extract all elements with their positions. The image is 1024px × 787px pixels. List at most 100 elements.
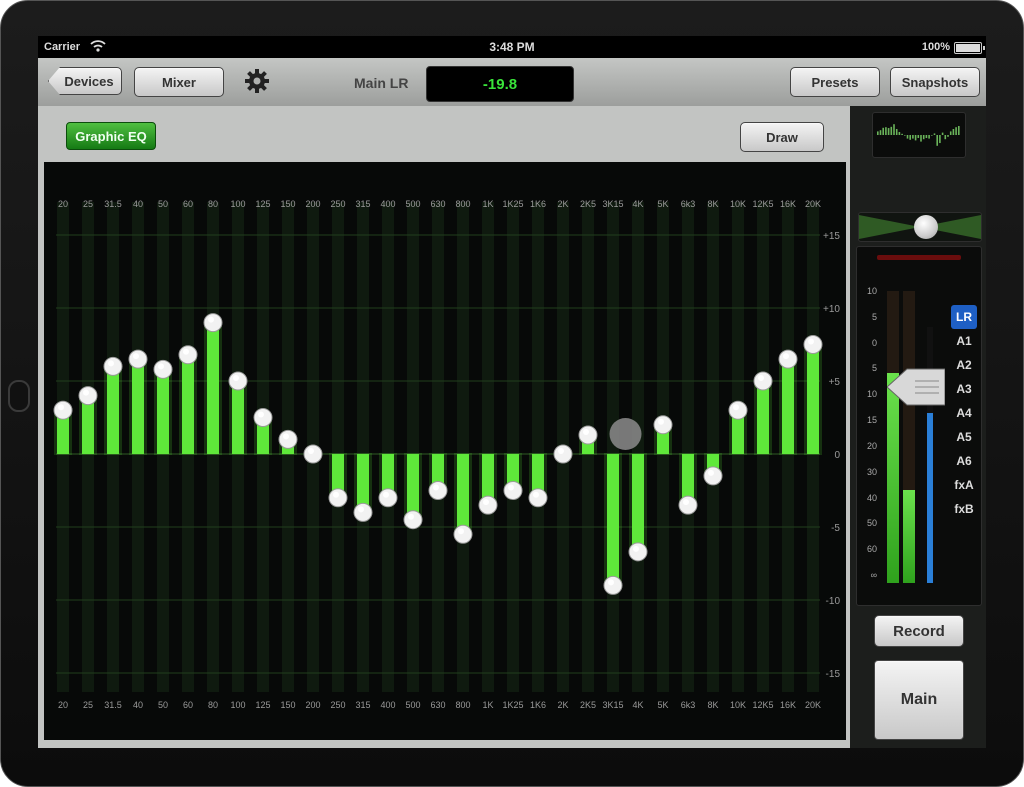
x-tick-label: 31.5 (104, 199, 122, 209)
knob-highlight (233, 375, 239, 381)
eq-band-knob[interactable] (203, 313, 223, 333)
eq-band-knob[interactable] (803, 335, 823, 354)
eq-band-knob[interactable] (628, 542, 648, 562)
meter-scale-label: 40 (866, 492, 877, 503)
bus-a5[interactable]: A5 (949, 425, 979, 449)
eq-band-knob[interactable] (653, 415, 673, 435)
eq-band-knob[interactable] (453, 524, 473, 544)
knob-highlight (608, 579, 614, 586)
gear-icon[interactable] (244, 68, 270, 94)
eq-band-knob[interactable] (703, 466, 723, 486)
bus-lr[interactable]: LR (951, 305, 977, 329)
battery-icon (954, 42, 985, 54)
pan-control[interactable] (858, 212, 982, 242)
thumbnail-bar (920, 135, 922, 142)
eq-band-knob[interactable] (778, 349, 798, 369)
x-tick-label: 20K (805, 199, 821, 209)
eq-band-track (507, 202, 519, 692)
thumbnail-bar (949, 131, 952, 135)
eq-band-knob[interactable] (728, 400, 748, 420)
knob-highlight (808, 338, 814, 345)
bus-a6[interactable]: A6 (949, 449, 979, 473)
eq-band-knob[interactable] (603, 575, 623, 595)
x-tick-label: 1K25 (502, 199, 523, 209)
eq-band-knob[interactable] (53, 400, 73, 420)
fader-level (927, 413, 933, 583)
presets-button[interactable]: Presets (790, 67, 880, 97)
bus-a4[interactable]: A4 (949, 401, 979, 425)
snapshots-button[interactable]: Snapshots (890, 67, 980, 97)
y-tick-label: -15 (826, 669, 841, 680)
eq-bar (407, 454, 419, 520)
app-screen: Carrier 3:48 PM 100% Devices Mixer Main … (38, 36, 986, 748)
eq-chart[interactable]: +15 +10 +5 0 -5 -10 -15 20 20 25 25 31.5 31.5 40 40 50 5… (44, 162, 846, 740)
x-tick-label: 50 (158, 700, 168, 710)
eq-band-knob[interactable] (153, 359, 173, 379)
eq-band-knob[interactable] (503, 481, 523, 500)
eq-band-knob[interactable] (178, 345, 198, 365)
fader-handle[interactable] (887, 367, 945, 407)
eq-band-knob[interactable] (378, 488, 398, 508)
thumbnail-bar (914, 135, 917, 141)
eq-band-knob[interactable] (753, 371, 773, 391)
eq-band-knob[interactable] (328, 488, 348, 508)
main-button[interactable]: Main (874, 660, 964, 740)
eq-band-knob[interactable] (428, 481, 448, 500)
thumbnail-bar (879, 130, 882, 135)
knob-highlight (733, 404, 739, 411)
knob-highlight (658, 418, 664, 425)
eq-band-knob[interactable] (478, 495, 498, 515)
thumbnail-bar (955, 127, 957, 135)
eq-bar (457, 454, 469, 535)
x-tick-label: 5K (657, 199, 668, 209)
x-tick-label: 150 (280, 199, 295, 209)
meter-scale-label: 50 (866, 518, 877, 529)
eq-band-knob[interactable] (578, 425, 598, 445)
knob-highlight (158, 363, 164, 370)
eq-band-knob[interactable] (553, 444, 573, 464)
eq-band-knob[interactable] (303, 444, 323, 464)
x-tick-label: 500 (405, 700, 420, 710)
x-tick-label: 80 (208, 199, 218, 209)
eq-band-knob[interactable] (78, 386, 98, 406)
eq-band-knob[interactable] (253, 408, 273, 427)
home-button[interactable] (8, 380, 30, 412)
bus-fxb[interactable]: fxB (949, 497, 979, 521)
eq-band-knob[interactable] (403, 510, 423, 530)
graphic-eq-badge[interactable]: Graphic EQ (66, 122, 156, 150)
eq-thumbnail[interactable] (872, 112, 966, 158)
eq-panel: Graphic EQ Draw +15 +10 +5 0 -5 -10 -15 20 20 25 2… (38, 106, 850, 748)
fader-track[interactable] (927, 327, 933, 583)
eq-band-knob[interactable] (103, 356, 123, 376)
meter-scale-label: 20 (866, 440, 877, 451)
y-tick-label: 0 (834, 450, 840, 461)
eq-band-track (357, 202, 369, 692)
eq-band-knob[interactable] (528, 488, 548, 508)
mixer-button[interactable]: Mixer (134, 67, 224, 97)
eq-band-track (407, 202, 419, 692)
eq-band-knob[interactable] (353, 502, 373, 522)
eq-graph[interactable]: +15 +10 +5 0 -5 -10 -15 20 20 25 25 31.5 31.5 40 40 50 5… (44, 162, 846, 740)
eq-band-knob[interactable] (228, 371, 248, 391)
meter-scale-label: 10 (866, 286, 877, 296)
bus-a1[interactable]: A1 (949, 329, 979, 353)
x-tick-label: 4K (632, 199, 643, 209)
x-tick-label: 3K15 (602, 700, 623, 710)
thumbnail-bar (906, 135, 909, 139)
bus-a3[interactable]: A3 (949, 377, 979, 401)
eq-band-knob[interactable] (128, 349, 148, 369)
bus-fxa[interactable]: fxA (949, 473, 979, 497)
eq-band-track (707, 202, 719, 692)
draw-button[interactable]: Draw (740, 122, 824, 152)
eq-bar (807, 344, 819, 454)
thumbnail-bar (939, 135, 941, 144)
x-tick-label: 20 (58, 700, 68, 710)
record-button[interactable]: Record (874, 615, 964, 647)
eq-band-knob[interactable] (678, 495, 698, 515)
devices-back-button[interactable]: Devices (48, 67, 122, 95)
eq-band-knob[interactable] (278, 429, 298, 449)
pan-knob[interactable] (914, 215, 938, 239)
eq-bar (207, 322, 219, 454)
x-tick-label: 250 (330, 199, 345, 209)
bus-a2[interactable]: A2 (949, 353, 979, 377)
